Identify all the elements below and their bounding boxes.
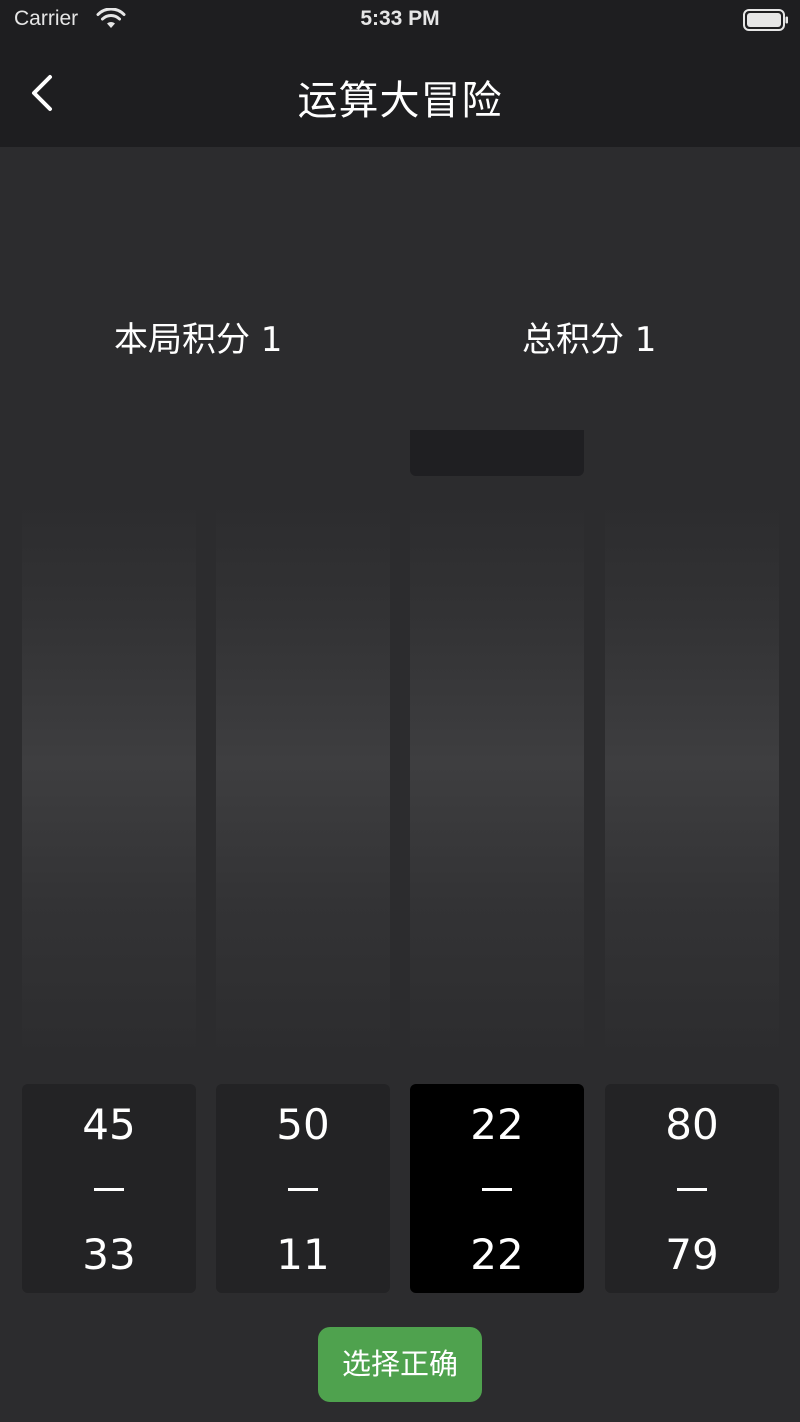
lane-2: [216, 500, 390, 1060]
card-top-number: 22: [470, 1100, 524, 1149]
equation-card-3[interactable]: 22 22: [410, 1084, 584, 1293]
selection-indicator: [410, 430, 584, 476]
clock: 5:33 PM: [360, 7, 440, 30]
battery-icon: [743, 9, 788, 31]
equation-card-4[interactable]: 80 79: [605, 1084, 779, 1293]
lane-1: [22, 500, 196, 1060]
page-title: 运算大冒险: [297, 78, 503, 124]
card-bottom-number: 33: [82, 1230, 136, 1279]
confirm-button[interactable]: 选择正确: [318, 1327, 482, 1402]
minus-sign: [677, 1188, 707, 1191]
card-bottom-number: 22: [470, 1230, 524, 1279]
card-top-number: 80: [665, 1100, 719, 1149]
card-top-number: 50: [276, 1100, 330, 1149]
minus-sign: [482, 1188, 512, 1191]
card-bottom-number: 11: [276, 1230, 330, 1279]
lane-3: [410, 500, 584, 1060]
nav-bar: 运算大冒险: [0, 40, 800, 147]
card-bottom-number: 79: [665, 1230, 719, 1279]
round-score: 本局积分 1: [114, 320, 283, 360]
minus-sign: [288, 1188, 318, 1191]
lane-4: [605, 500, 779, 1060]
status-bar: Carrier 5:33 PM: [0, 0, 800, 40]
equation-card-2[interactable]: 50 11: [216, 1084, 390, 1293]
minus-sign: [94, 1188, 124, 1191]
card-top-number: 45: [82, 1100, 136, 1149]
equation-card-1[interactable]: 45 33: [22, 1084, 196, 1293]
total-score: 总积分 1: [522, 320, 657, 360]
